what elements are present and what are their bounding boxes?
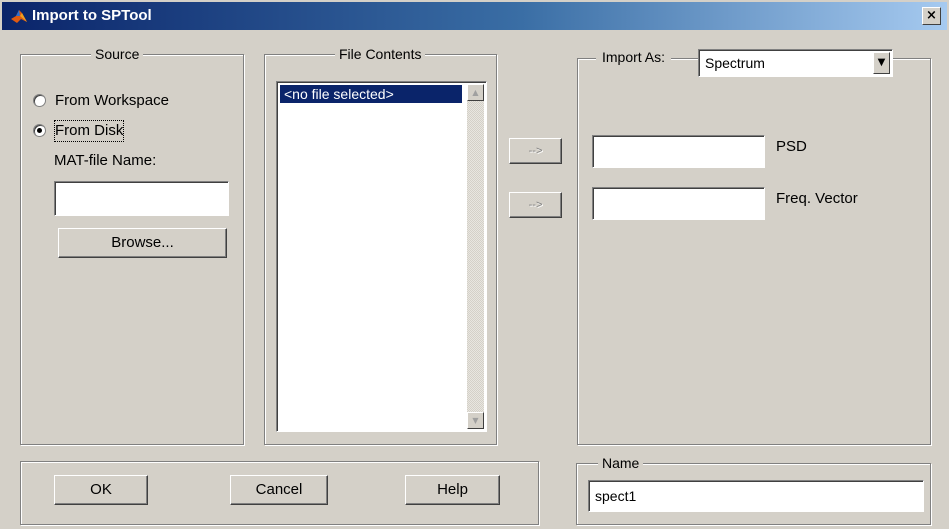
import-as-selected: Spectrum — [705, 55, 765, 71]
file-contents-listbox[interactable]: <no file selected> ▲ ▼ — [276, 81, 487, 432]
psd-input[interactable] — [592, 135, 765, 168]
file-contents-group: File Contents <no file selected> ▲ ▼ — [264, 45, 497, 445]
dropdown-arrow-button[interactable]: ▼ — [873, 52, 890, 74]
arrow-down-icon: ▼ — [472, 416, 479, 425]
browse-button[interactable]: Browse... — [58, 228, 227, 258]
scroll-down-button[interactable]: ▼ — [467, 412, 484, 429]
radio-workspace-label: From Workspace — [55, 92, 169, 109]
list-item[interactable]: <no file selected> — [280, 85, 462, 103]
window-title: Import to SPTool — [32, 7, 152, 24]
radio-disk-indicator[interactable] — [33, 124, 46, 137]
psd-label: PSD — [776, 138, 807, 155]
file-contents-legend: File Contents — [335, 45, 426, 63]
scroll-up-button[interactable]: ▲ — [467, 84, 484, 101]
title-bar[interactable]: Import to SPTool × — [2, 2, 947, 30]
import-as-group: Import As: Spectrum ▼ PSD Freq. Vector — [577, 47, 931, 445]
help-button[interactable]: Help — [405, 475, 500, 505]
ok-button[interactable]: OK — [54, 475, 148, 505]
arrow-up-icon: ▲ — [472, 88, 479, 97]
radio-disk-label: From Disk — [53, 120, 125, 142]
radio-workspace-indicator[interactable] — [33, 94, 46, 107]
matlab-logo-icon — [11, 10, 27, 23]
matfile-name-label: MAT-file Name: — [54, 152, 157, 169]
freq-vector-label: Freq. Vector — [776, 190, 858, 207]
import-as-dropdown[interactable]: Spectrum ▼ — [698, 49, 893, 77]
source-legend: Source — [91, 45, 144, 63]
name-group: Name spect1 — [576, 454, 931, 525]
close-icon: × — [926, 8, 937, 23]
buttons-group: OK Cancel Help — [20, 461, 539, 525]
vertical-scrollbar[interactable]: ▲ ▼ — [467, 84, 484, 429]
cancel-button[interactable]: Cancel — [230, 475, 328, 505]
close-button[interactable]: × — [922, 7, 941, 25]
psd-transfer-button[interactable]: --> — [509, 138, 562, 164]
freq-vector-input[interactable] — [592, 187, 765, 220]
matfile-name-input[interactable] — [54, 181, 229, 216]
name-legend: Name — [598, 454, 644, 472]
import-dialog: Import to SPTool × Source From Workspace… — [0, 0, 949, 529]
name-input[interactable]: spect1 — [588, 480, 924, 512]
source-group: Source From Workspace From Disk MAT-file… — [20, 45, 244, 445]
chevron-down-icon: ▼ — [877, 57, 886, 68]
import-as-label: Import As: — [596, 47, 672, 67]
freq-transfer-button[interactable]: --> — [509, 192, 562, 218]
